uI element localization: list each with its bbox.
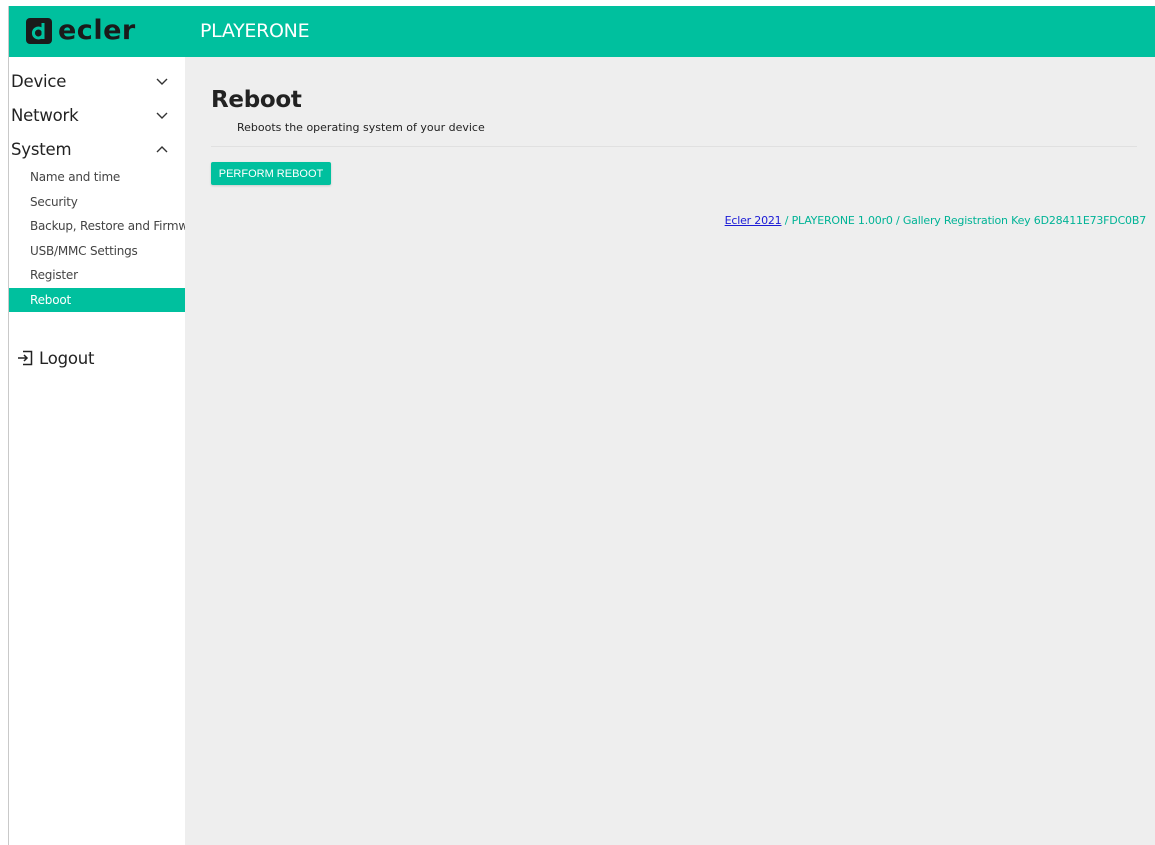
app-title: PLAYERONE xyxy=(200,20,310,42)
chevron-up-icon xyxy=(156,146,168,153)
sidebar-item-name-and-time[interactable]: Name and time xyxy=(9,165,185,189)
nav-group-label: Network xyxy=(11,105,79,125)
footer-text: / PLAYERONE 1.00r0 / Gallery Registratio… xyxy=(781,214,1146,227)
perform-reboot-button[interactable]: PERFORM REBOOT xyxy=(211,162,331,185)
nav-group-label: System xyxy=(11,139,72,159)
ecler-link[interactable]: Ecler 2021 xyxy=(725,214,782,227)
sidebar-item-backup-restore-firmware[interactable]: Backup, Restore and Firmware xyxy=(9,214,185,238)
chevron-down-icon xyxy=(156,112,168,119)
logout-icon xyxy=(18,350,33,366)
sidebar-item-label: USB/MMC Settings xyxy=(30,244,138,258)
nav-group-label: Device xyxy=(11,71,67,91)
main-content: Reboot Reboots the operating system of y… xyxy=(185,57,1155,845)
top-bar: ecler PLAYERONE xyxy=(9,6,1155,57)
chevron-down-icon xyxy=(156,78,168,85)
app-frame: ecler PLAYERONE Device Network System Na… xyxy=(8,6,1155,845)
sidebar-item-register[interactable]: Register xyxy=(9,263,185,287)
sidebar-item-usb-mmc-settings[interactable]: USB/MMC Settings xyxy=(9,239,185,263)
page-description: Reboots the operating system of your dev… xyxy=(237,121,485,134)
sidebar-item-label: Reboot xyxy=(30,293,71,307)
logout-button[interactable]: Logout xyxy=(9,346,185,370)
nav-group-device[interactable]: Device xyxy=(9,68,185,94)
sidebar-item-label: Security xyxy=(30,195,78,209)
sidebar: Device Network System Name and time Secu… xyxy=(9,57,185,845)
brand-name: ecler xyxy=(58,15,136,46)
sidebar-item-label: Backup, Restore and Firmware xyxy=(30,219,185,233)
sidebar-item-security[interactable]: Security xyxy=(9,190,185,214)
sidebar-item-label: Name and time xyxy=(30,170,121,184)
logout-label: Logout xyxy=(39,348,95,368)
sidebar-item-label: Register xyxy=(30,268,78,282)
brand-logo[interactable]: ecler xyxy=(26,17,136,45)
footer: Ecler 2021 / PLAYERONE 1.00r0 / Gallery … xyxy=(725,214,1147,227)
nav-group-system[interactable]: System xyxy=(9,136,185,162)
ecler-logo-icon xyxy=(26,18,52,44)
nav-group-network[interactable]: Network xyxy=(9,102,185,128)
page-title: Reboot xyxy=(211,87,302,113)
sidebar-item-reboot[interactable]: Reboot xyxy=(9,288,185,312)
divider xyxy=(211,146,1137,147)
